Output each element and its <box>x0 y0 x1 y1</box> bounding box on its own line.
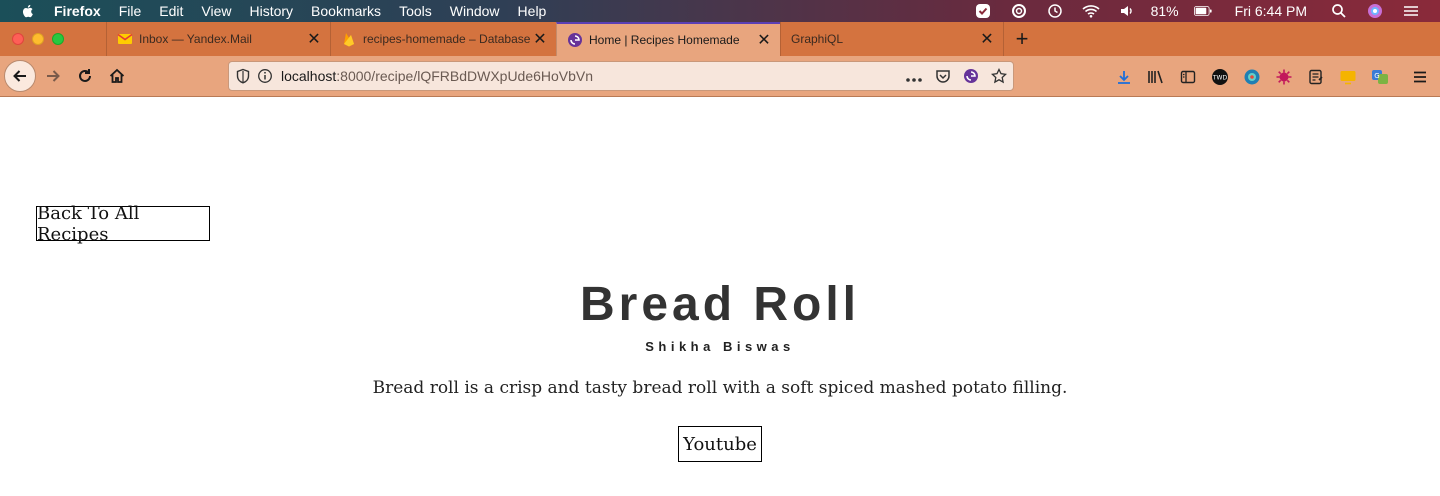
close-icon[interactable]: ✕ <box>979 31 995 48</box>
reload-button[interactable] <box>69 60 101 92</box>
screen-extension-icon[interactable] <box>1339 68 1357 86</box>
menu-help[interactable]: Help <box>518 0 547 22</box>
firebase-icon <box>341 31 357 47</box>
close-window-button[interactable] <box>12 33 24 45</box>
time-machine-icon[interactable] <box>1046 3 1064 19</box>
macos-menu-bar: Firefox File Edit View History Bookmarks… <box>0 0 1440 22</box>
back-to-all-recipes-button[interactable]: Back To All Recipes <box>36 203 210 245</box>
page-actions-icon[interactable] <box>905 70 923 86</box>
window-controls <box>12 33 64 45</box>
tab-label: GraphiQL <box>791 32 844 46</box>
gatsby-icon <box>567 32 583 48</box>
back-button[interactable] <box>4 60 36 92</box>
control-center-icon[interactable] <box>1402 3 1420 19</box>
bookmark-star-icon[interactable] <box>990 67 1008 87</box>
reload-icon <box>79 69 91 82</box>
creative-cloud-icon[interactable] <box>1010 3 1028 19</box>
downloads-icon[interactable] <box>1115 68 1133 86</box>
hamburger-menu-icon[interactable] <box>1411 68 1429 86</box>
youtube-button[interactable]: Youtube <box>678 426 762 462</box>
forward-arrow-icon <box>47 70 60 82</box>
tab-firebase[interactable]: recipes-homemade – Database ✕ <box>330 22 556 56</box>
svg-text:TWD: TWD <box>1212 75 1228 82</box>
new-tab-button[interactable]: + <box>1010 22 1034 56</box>
task-check-icon[interactable] <box>974 3 992 19</box>
gatsby-extension-icon[interactable] <box>963 68 979 87</box>
zoom-window-button[interactable] <box>52 33 64 45</box>
library-icon[interactable] <box>1147 68 1165 86</box>
battery-icon[interactable] <box>1193 3 1212 19</box>
back-arrow-icon <box>13 70 26 82</box>
menu-tools[interactable]: Tools <box>399 0 432 22</box>
menu-file[interactable]: File <box>119 0 142 22</box>
wifi-icon[interactable] <box>1082 3 1100 19</box>
url-host: localhost <box>281 68 337 84</box>
apple-icon[interactable] <box>20 3 36 19</box>
recipe-title: Bread Roll <box>579 278 861 331</box>
menu-view[interactable]: View <box>201 0 231 22</box>
page-content: Back To All Recipes Bread Roll Shikha Bi… <box>0 97 1440 496</box>
tab-label: recipes-homemade – Database <box>363 32 531 46</box>
tracking-shield-icon[interactable] <box>235 68 251 84</box>
tab-label: Home | Recipes Homemade <box>589 33 740 47</box>
spotlight-search-icon[interactable] <box>1330 3 1348 19</box>
mail-icon <box>117 31 133 47</box>
url-path: :8000/recipe/lQFRBdDWXpUde6HoVbVn <box>336 68 594 84</box>
tab-label: Inbox — Yandex.Mail <box>139 32 252 46</box>
close-icon[interactable]: ✕ <box>532 31 548 48</box>
recipe-description: Bread roll is a crisp and tasty bread ro… <box>372 378 1068 398</box>
virus-extension-icon[interactable] <box>1275 68 1293 86</box>
reader-sidebar-icon[interactable] <box>1179 68 1197 86</box>
menu-window[interactable]: Window <box>450 0 500 22</box>
globe-extension-icon[interactable] <box>1243 68 1261 86</box>
siri-icon[interactable] <box>1366 3 1384 19</box>
tab-graphiql[interactable]: GraphiQL ✕ <box>780 22 1004 56</box>
menu-history[interactable]: History <box>249 0 293 22</box>
svg-text:G: G <box>1374 72 1379 80</box>
close-icon[interactable]: ✕ <box>756 32 772 49</box>
menu-edit[interactable]: Edit <box>159 0 183 22</box>
navigation-toolbar: localhost:8000/recipe/lQFRBdDWXpUde6HoVb… <box>0 56 1440 97</box>
url-text[interactable]: localhost:8000/recipe/lQFRBdDWXpUde6HoVb… <box>281 68 593 84</box>
home-icon <box>109 68 125 83</box>
notes-extension-icon[interactable] <box>1307 68 1325 86</box>
tab-inbox[interactable]: Inbox — Yandex.Mail ✕ <box>106 22 330 56</box>
translate-extension-icon[interactable]: G <box>1371 68 1389 86</box>
site-info-icon[interactable] <box>257 68 273 84</box>
volume-icon[interactable] <box>1118 3 1136 19</box>
recipe-author: Shikha Biswas <box>645 339 795 354</box>
tab-recipes-home[interactable]: Home | Recipes Homemade ✕ <box>556 22 780 56</box>
close-icon[interactable]: ✕ <box>306 31 322 48</box>
twd-extension-icon[interactable]: TWD <box>1211 68 1229 86</box>
tab-strip: Inbox — Yandex.Mail ✕ recipes-homemade –… <box>0 22 1440 56</box>
menu-app-name[interactable]: Firefox <box>54 0 101 22</box>
clock[interactable]: Fri 6:44 PM <box>1235 3 1307 19</box>
url-bar[interactable]: localhost:8000/recipe/lQFRBdDWXpUde6HoVb… <box>228 61 1014 91</box>
minimize-window-button[interactable] <box>32 33 44 45</box>
menu-bookmarks[interactable]: Bookmarks <box>311 0 381 22</box>
forward-button[interactable] <box>37 60 69 92</box>
battery-percent: 81% <box>1150 3 1179 19</box>
home-button[interactable] <box>101 60 133 92</box>
pocket-icon[interactable] <box>935 68 951 87</box>
